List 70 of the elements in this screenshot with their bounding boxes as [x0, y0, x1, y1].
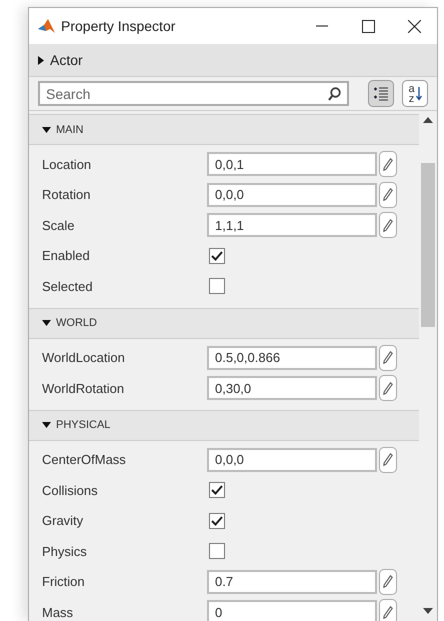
edit-button[interactable]: [379, 375, 397, 402]
edit-button[interactable]: [379, 568, 397, 595]
checkbox[interactable]: [209, 278, 225, 294]
app-logo-icon: [38, 18, 55, 34]
value-field[interactable]: 0,0,0: [207, 182, 377, 207]
scroll-up-icon: [423, 117, 433, 123]
property-label: WorldRotation: [42, 380, 126, 396]
section-header[interactable]: WORLD: [29, 308, 419, 338]
property-label: Location: [42, 156, 92, 172]
pencil-icon: [383, 188, 393, 202]
checkbox[interactable]: [209, 248, 225, 264]
value-field[interactable]: 1,1,1: [207, 213, 377, 238]
edit-button[interactable]: [379, 599, 397, 621]
pencil-icon: [383, 382, 393, 395]
value-field[interactable]: 0,30,0: [207, 376, 377, 400]
checkbox[interactable]: [209, 543, 225, 560]
list-icon: [373, 86, 389, 102]
property-label: WorldLocation: [42, 350, 126, 366]
categorized-view-button[interactable]: [368, 80, 394, 107]
section-title: MAIN: [56, 124, 84, 136]
property-label: Gravity: [42, 513, 84, 528]
edit-button[interactable]: [379, 182, 397, 208]
close-icon: [408, 20, 420, 32]
edit-button[interactable]: [379, 344, 397, 371]
property-label: CenterOfMass: [42, 452, 127, 468]
section-header[interactable]: MAIN: [29, 114, 419, 145]
property-label: Physics: [42, 544, 88, 559]
pencil-icon: [383, 158, 393, 171]
edit-button[interactable]: [379, 446, 397, 473]
property-label: Rotation: [42, 187, 92, 202]
sort-letters: a z: [408, 84, 415, 104]
section-header[interactable]: PHYSICAL: [29, 410, 419, 440]
collapse-arrow-icon[interactable]: [42, 126, 51, 132]
scroll-thumb[interactable]: [421, 163, 435, 327]
pencil-icon: [383, 453, 393, 466]
section-title: WORLD: [56, 317, 97, 329]
value-field[interactable]: 0,0,1: [207, 152, 377, 176]
search-field[interactable]: Search: [38, 81, 349, 106]
down-arrow-icon: [416, 86, 422, 100]
collapse-arrow-icon[interactable]: [42, 320, 51, 326]
value-field[interactable]: 0.5,0,0.866: [207, 346, 377, 370]
object-bar[interactable]: Actor: [29, 44, 437, 77]
property-label: Friction: [42, 574, 86, 590]
pencil-icon: [383, 218, 393, 232]
edit-button[interactable]: [379, 151, 397, 178]
search-icon: [328, 87, 341, 101]
maximize-icon: [362, 20, 374, 32]
section-title: PHYSICAL: [56, 419, 110, 431]
pencil-icon: [383, 575, 393, 588]
value-field[interactable]: 0: [207, 600, 377, 621]
property-label: Collisions: [42, 482, 99, 498]
object-name: Actor: [50, 52, 83, 68]
collapse-arrow-icon[interactable]: [42, 422, 51, 428]
scroll-down-icon: [423, 608, 433, 614]
expand-arrow-icon[interactable]: [38, 56, 44, 64]
edit-button[interactable]: [379, 212, 397, 238]
checkbox[interactable]: [209, 512, 225, 529]
pencil-icon: [383, 606, 393, 619]
checkbox[interactable]: [209, 482, 225, 498]
value-field[interactable]: 0,0,0: [207, 448, 377, 472]
minimize-icon: [316, 25, 328, 27]
property-label: Scale: [42, 218, 76, 233]
pencil-icon: [383, 351, 393, 364]
scrollbar[interactable]: [419, 111, 437, 621]
value-field[interactable]: 0.7: [207, 570, 377, 594]
sort-button[interactable]: a z: [402, 80, 428, 107]
property-label: Mass: [42, 604, 74, 620]
window-title: Property Inspector: [61, 18, 176, 34]
property-label: Enabled: [42, 248, 91, 264]
property-label: Selected: [42, 278, 94, 294]
